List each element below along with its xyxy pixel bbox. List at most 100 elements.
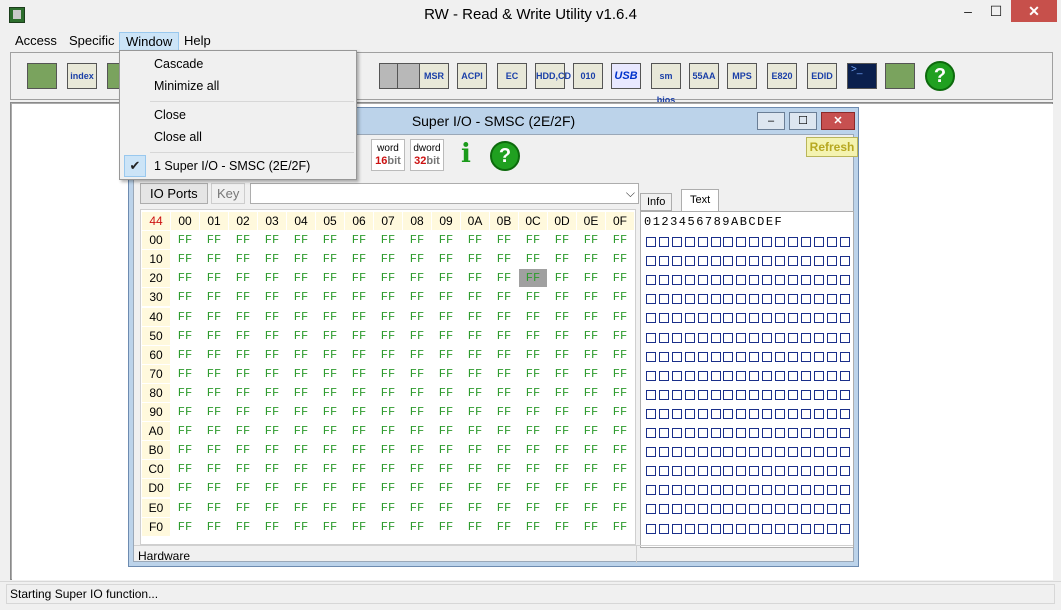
text-cell[interactable]: [749, 256, 760, 267]
grid-cell[interactable]: FF: [577, 403, 605, 421]
text-cell[interactable]: [826, 313, 837, 324]
command-icon[interactable]: >_: [845, 59, 879, 93]
grid-cell[interactable]: FF: [577, 308, 605, 326]
text-cell[interactable]: [826, 428, 837, 438]
grid-cell[interactable]: FF: [548, 422, 576, 440]
text-cell[interactable]: [749, 275, 760, 286]
grid-cell[interactable]: FF: [606, 479, 634, 497]
grid-cell[interactable]: FF: [548, 269, 576, 287]
text-cell[interactable]: [800, 237, 811, 247]
text-cell[interactable]: [813, 447, 824, 458]
grid-cell[interactable]: FF: [403, 384, 431, 402]
grid-cell[interactable]: FF: [171, 231, 199, 249]
tab-text[interactable]: Text: [681, 189, 720, 211]
text-cell[interactable]: [736, 485, 747, 496]
grid-cell[interactable]: FF: [403, 460, 431, 478]
menu-item-window-1[interactable]: 1 Super I/O - SMSC (2E/2F): [121, 155, 355, 177]
text-cell[interactable]: [762, 370, 773, 381]
text-cell[interactable]: [710, 408, 721, 419]
text-cell[interactable]: [800, 275, 811, 286]
text-cell[interactable]: [813, 523, 824, 534]
text-cell[interactable]: [671, 275, 682, 286]
text-cell[interactable]: [787, 351, 798, 362]
grid-cell[interactable]: FF: [229, 346, 257, 364]
text-cell[interactable]: [710, 237, 721, 247]
text-cell[interactable]: [839, 485, 850, 496]
grid-cell[interactable]: FF: [345, 308, 373, 326]
grid-cell[interactable]: FF: [287, 499, 315, 517]
grid-cell[interactable]: FF: [577, 231, 605, 249]
grid-cell[interactable]: FF: [461, 365, 489, 383]
text-cell[interactable]: [839, 523, 850, 534]
grid-cell[interactable]: FF: [432, 269, 460, 287]
text-cell[interactable]: [646, 332, 656, 343]
grid-cell[interactable]: FF: [345, 346, 373, 364]
text-cell[interactable]: [671, 351, 682, 362]
grid-cell[interactable]: FF: [606, 403, 634, 421]
grid-cell[interactable]: FF: [374, 269, 402, 287]
grid-cell[interactable]: FF: [229, 250, 257, 268]
grid-cell[interactable]: FF: [490, 518, 518, 536]
text-cell[interactable]: [749, 370, 760, 381]
text-cell[interactable]: [671, 313, 682, 324]
grid-cell[interactable]: FF: [519, 231, 547, 249]
ec-icon[interactable]: EC: [495, 59, 529, 93]
text-cell[interactable]: [826, 389, 837, 400]
text-cell[interactable]: [775, 485, 785, 496]
child-help-icon[interactable]: ?: [488, 139, 522, 171]
grid-cell[interactable]: FF: [287, 327, 315, 345]
usb-icon[interactable]: USB: [609, 59, 643, 93]
grid-cell[interactable]: FF: [606, 327, 634, 345]
grid-cell[interactable]: FF: [432, 231, 460, 249]
tab-io-ports[interactable]: IO Ports: [140, 183, 208, 204]
text-cell[interactable]: [775, 294, 785, 305]
text-cell[interactable]: [839, 332, 850, 343]
grid-cell[interactable]: FF: [287, 231, 315, 249]
grid-cell[interactable]: FF: [606, 288, 634, 306]
text-cell[interactable]: [762, 504, 773, 515]
text-cell[interactable]: [787, 294, 798, 305]
grid-cell[interactable]: FF: [374, 365, 402, 383]
text-cell[interactable]: [697, 275, 708, 286]
text-cell[interactable]: [658, 370, 669, 381]
grid-cell[interactable]: FF: [519, 250, 547, 268]
grid-cell[interactable]: FF: [258, 250, 286, 268]
text-cell[interactable]: [839, 389, 850, 400]
grid-cell[interactable]: FF: [287, 479, 315, 497]
grid-cell[interactable]: FF: [606, 499, 634, 517]
text-cell[interactable]: [787, 332, 798, 343]
text-cell[interactable]: [787, 447, 798, 458]
grid-cell[interactable]: FF: [229, 403, 257, 421]
grid-cell[interactable]: FF: [229, 441, 257, 459]
grid-cell[interactable]: FF: [316, 499, 344, 517]
text-cell[interactable]: [800, 294, 811, 305]
text-cell[interactable]: [697, 294, 708, 305]
text-cell[interactable]: [800, 504, 811, 515]
text-cell[interactable]: [646, 275, 656, 286]
grid-cell[interactable]: FF: [403, 422, 431, 440]
grid-cell[interactable]: FF: [461, 499, 489, 517]
grid-cell[interactable]: FF: [287, 460, 315, 478]
text-cell[interactable]: [723, 332, 734, 343]
text-cell[interactable]: [684, 351, 695, 362]
grid-cell[interactable]: FF: [403, 288, 431, 306]
grid-cell[interactable]: FF: [345, 231, 373, 249]
text-cell[interactable]: [762, 466, 773, 477]
text-cell[interactable]: [813, 428, 824, 438]
grid-cell[interactable]: FF: [171, 346, 199, 364]
text-cell[interactable]: [671, 294, 682, 305]
text-cell[interactable]: [813, 370, 824, 381]
grid-cell[interactable]: FF: [577, 346, 605, 364]
grid-cell[interactable]: FF: [577, 327, 605, 345]
grid-cell[interactable]: FF: [606, 308, 634, 326]
text-cell[interactable]: [826, 408, 837, 419]
grid-cell[interactable]: FF: [548, 308, 576, 326]
text-cell[interactable]: [710, 313, 721, 324]
text-cell[interactable]: [762, 428, 773, 438]
text-cell[interactable]: [658, 408, 669, 419]
text-cell[interactable]: [749, 313, 760, 324]
grid-cell[interactable]: FF: [548, 479, 576, 497]
text-cell[interactable]: [723, 447, 734, 458]
text-cell[interactable]: [800, 370, 811, 381]
text-cell[interactable]: [723, 466, 734, 477]
